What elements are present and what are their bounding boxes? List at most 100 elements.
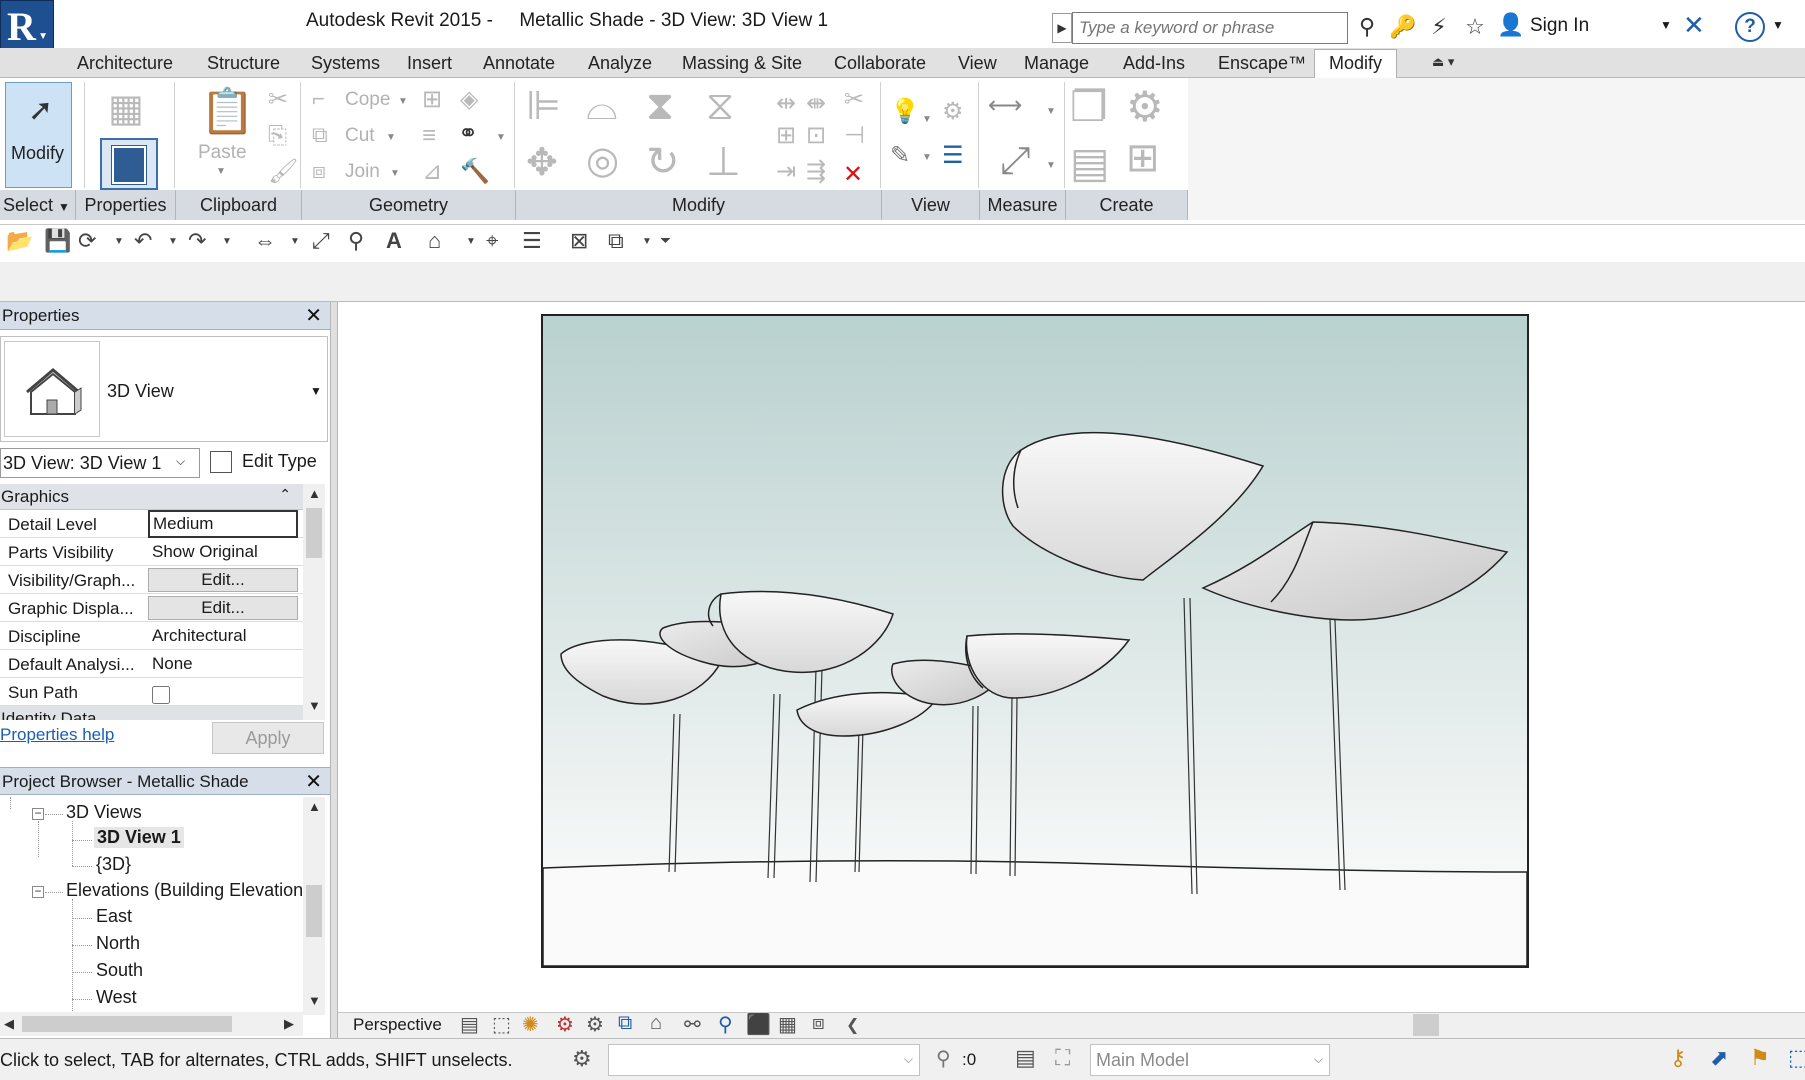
worksets-icon[interactable]: ⚙ — [572, 1046, 592, 1072]
binoculars-icon[interactable]: ⚲ — [1352, 12, 1382, 42]
chevron-down-icon[interactable]: ▼ — [386, 132, 396, 143]
synchronize-icon[interactable]: ⟳ — [78, 228, 96, 254]
customize-toolbar-icon[interactable]: ⏷ — [660, 232, 671, 249]
search-expand-icon[interactable]: ▶ — [1052, 13, 1072, 43]
chevron-down-icon[interactable]: ▼ — [216, 166, 226, 177]
chevron-down-icon[interactable]: ▼ — [114, 236, 124, 247]
chevron-down-icon[interactable]: ▼ — [496, 132, 506, 143]
delete-icon[interactable]: ✕ — [843, 160, 863, 189]
apply-button[interactable]: Apply — [212, 722, 324, 754]
tab-enscape[interactable]: Enscape™ — [1218, 53, 1306, 74]
active-workset-combo[interactable]: ⌵ — [608, 1044, 920, 1076]
chevron-down-icon[interactable]: ▼ — [1046, 106, 1056, 117]
paint-icon[interactable]: ⊿ — [422, 160, 442, 184]
crop-view-icon[interactable]: ⧉ — [618, 1012, 632, 1035]
shadows-icon[interactable]: ⚙ — [556, 1012, 574, 1037]
project-browser-hscroll[interactable]: ◀ ▶ — [0, 1012, 303, 1036]
trim-multiple-icon[interactable]: ⇶ — [806, 160, 826, 184]
save-icon[interactable]: 💾 — [44, 228, 71, 254]
favorites-star-icon[interactable]: ☆ — [1460, 12, 1490, 42]
chevron-down-icon[interactable]: ▼ — [58, 200, 70, 214]
switch-windows-icon[interactable]: ⧉ — [608, 228, 624, 254]
group-graphics[interactable]: Graphics ⌃ — [0, 484, 303, 510]
render-dialog-icon[interactable]: ⚙ — [586, 1012, 604, 1037]
chevron-down-icon[interactable]: ▼ — [1772, 18, 1784, 32]
text-icon[interactable]: A — [386, 228, 402, 254]
chevron-down-icon[interactable]: ▼ — [310, 384, 322, 398]
detail-level-field[interactable]: Medium — [148, 510, 298, 538]
detail-level-icon[interactable]: ▤ — [460, 1012, 479, 1037]
measure-along-icon[interactable]: ⤢ — [1000, 142, 1030, 180]
communication-center-icon[interactable]: ⚡ — [1424, 12, 1454, 42]
exchange-apps-icon[interactable]: ✕ — [1683, 10, 1705, 41]
ribbon-minimize-icon[interactable]: ⏏ ▾ — [1432, 54, 1454, 70]
move-icon[interactable]: ✥ — [526, 144, 558, 182]
properties-toggle-button[interactable] — [100, 138, 158, 190]
tag-icon[interactable]: ⚲ — [348, 228, 364, 254]
scroll-down-icon[interactable]: ▼ — [308, 698, 321, 713]
section-icon[interactable]: ⌖ — [486, 228, 498, 254]
drawing-hscroll-thumb[interactable] — [1413, 1014, 1439, 1036]
search-input[interactable] — [1073, 13, 1347, 43]
override-graphics-icon[interactable]: ⚙ — [942, 100, 964, 124]
3d-viewport[interactable] — [541, 314, 1529, 968]
tab-massing-site[interactable]: Massing & Site — [682, 53, 802, 74]
tab-collaborate[interactable]: Collaborate — [834, 53, 926, 74]
collapse-icon[interactable]: − — [32, 885, 44, 898]
scrollbar-thumb[interactable] — [306, 508, 322, 558]
remove-paint-icon[interactable]: 🔨 — [460, 160, 490, 184]
chevron-down-icon[interactable]: ▼ — [290, 236, 300, 247]
array-icon[interactable]: ⊞ — [776, 124, 796, 148]
graphic-display-edit-button[interactable]: Edit... — [148, 596, 298, 620]
chevron-down-icon[interactable]: ▼ — [642, 236, 652, 247]
temporary-hide-icon[interactable]: ⚲ — [718, 1012, 733, 1037]
trim-extend-icon[interactable]: ⊥ — [706, 142, 741, 182]
pin-icon[interactable]: ✂ — [844, 88, 864, 112]
open-icon[interactable]: 📂 — [6, 228, 33, 254]
exclude-options-icon[interactable]: ⛶ — [1055, 1045, 1070, 1071]
modify-tool-button[interactable]: ➚ Modify — [5, 82, 72, 188]
offset-icon[interactable]: ⌓ — [586, 86, 618, 126]
join-icon[interactable]: ⧈ — [312, 160, 326, 182]
scroll-left-icon[interactable]: ◀ — [4, 1016, 14, 1032]
cut-geometry-icon[interactable]: ⧉ — [312, 124, 328, 146]
linework-icon[interactable]: ✎ — [890, 144, 910, 168]
chevron-down-icon[interactable]: ▼ — [1660, 18, 1672, 32]
search-field[interactable] — [1072, 12, 1348, 44]
panel-splitter[interactable] — [330, 302, 338, 1038]
select-pinned-icon[interactable]: ⚑ — [1750, 1045, 1770, 1071]
wall-joins-icon[interactable]: ⊞ — [422, 88, 442, 112]
analytical-model-icon[interactable]: ⧈ — [812, 1012, 825, 1035]
tree-node-north[interactable]: North — [96, 933, 140, 954]
tree-node-south[interactable]: South — [96, 960, 143, 981]
unpin-icon[interactable]: ⊣ — [844, 124, 865, 148]
chevron-down-icon[interactable]: ▼ — [398, 96, 408, 107]
chevron-down-icon[interactable]: ⌵ — [904, 1052, 913, 1067]
chevron-down-icon[interactable]: ⌵ — [176, 454, 185, 469]
group-identity-data[interactable]: Identity Data — [0, 706, 303, 720]
tree-node-east[interactable]: East — [96, 906, 132, 927]
close-icon[interactable]: ✕ — [305, 769, 322, 794]
project-browser-vscroll[interactable]: ▲ ▼ — [303, 797, 325, 1015]
chevron-left-icon[interactable]: ❮ — [846, 1015, 859, 1035]
tree-node-3d-views[interactable]: 3D Views — [66, 802, 142, 823]
tab-insert[interactable]: Insert — [407, 53, 452, 74]
tab-annotate[interactable]: Annotate — [483, 53, 555, 74]
select-by-face-icon[interactable]: ⬚ — [1788, 1045, 1805, 1071]
undo-icon[interactable]: ↶ — [134, 228, 152, 254]
sun-path-checkbox[interactable] — [152, 686, 170, 704]
split-face-icon[interactable]: ◈ — [460, 88, 478, 112]
parts-visibility-field[interactable]: Show Original — [148, 538, 298, 566]
create-assembly-icon[interactable]: ❐ — [1070, 86, 1108, 128]
sign-in-button[interactable]: Sign In — [1530, 15, 1589, 37]
tree-node-3d-view-1[interactable]: 3D View 1 — [94, 827, 184, 848]
chevron-down-icon[interactable]: ▼ — [168, 236, 178, 247]
tab-analyze[interactable]: Analyze — [588, 53, 652, 74]
type-properties-icon[interactable]: ▦ — [108, 90, 144, 128]
reveal-hidden-icon[interactable]: ⬛ — [746, 1012, 771, 1037]
mirror-pick-axis-icon[interactable]: ⧗ — [646, 86, 674, 126]
design-option-combo[interactable]: Main Model ⌵ — [1090, 1044, 1330, 1076]
scroll-up-icon[interactable]: ▲ — [308, 799, 321, 814]
discipline-field[interactable]: Architectural — [148, 622, 298, 650]
chevron-down-icon[interactable]: ▼ — [1046, 160, 1056, 171]
